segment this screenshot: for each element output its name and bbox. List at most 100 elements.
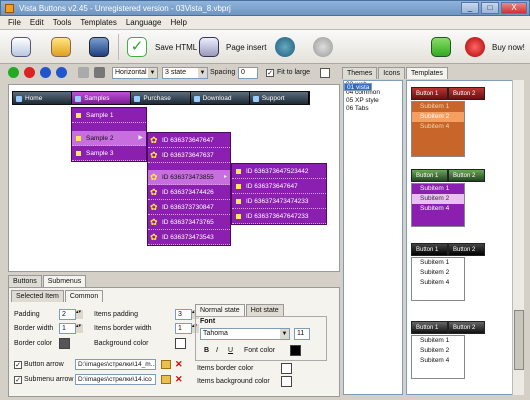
close-button[interactable]: X <box>501 2 527 14</box>
delete-icon[interactable] <box>24 67 35 78</box>
bold-button[interactable]: B <box>204 347 209 354</box>
list-item[interactable]: Subitem 2 <box>412 268 464 278</box>
preview-item-purchase[interactable]: Purchase <box>131 92 191 104</box>
items-background-color-swatch[interactable] <box>281 376 292 387</box>
menu-help[interactable]: Help <box>170 18 186 29</box>
template-button-1[interactable]: Button 1 <box>411 87 448 100</box>
template-button-1[interactable]: Button 1 <box>411 243 448 256</box>
submenu-arrow-checkbox[interactable]: ✓ <box>14 376 22 384</box>
list-item[interactable]: Subitem 2 <box>412 346 464 356</box>
submenu-item[interactable]: ID 636373647523442 <box>232 164 326 179</box>
button-arrow-checkbox[interactable]: ✓ <box>14 361 22 369</box>
tab-common[interactable]: Common <box>64 290 104 302</box>
submenu-item[interactable]: Sample 1 <box>72 108 146 123</box>
list-item[interactable]: Subitem 4 <box>412 356 464 366</box>
italic-button[interactable]: I <box>216 347 218 354</box>
template-preview-bar[interactable]: Button 1 Button 2 <box>411 243 485 256</box>
tab-themes[interactable]: Themes <box>342 67 378 79</box>
scrollbar-thumb[interactable] <box>514 310 524 370</box>
submenu-item[interactable]: ✿ ID 636373647637 <box>148 148 230 163</box>
spacing-input[interactable]: 0 <box>238 67 258 79</box>
menu-language[interactable]: Language <box>126 18 162 29</box>
padding-input[interactable]: 2 <box>59 309 83 320</box>
folder-icon[interactable] <box>161 375 171 384</box>
delete-icon[interactable]: ✕ <box>175 375 183 384</box>
list-item[interactable]: Subitem 1 <box>412 184 464 194</box>
list-item[interactable]: Subitem 1 <box>412 258 464 268</box>
submenu-arrow-path[interactable]: D:\images\стрелки\14.ico <box>75 374 156 385</box>
underline-button[interactable]: U <box>228 347 233 354</box>
preview-item-download[interactable]: Download <box>191 92 250 104</box>
tab-hot-state[interactable]: Hot state <box>245 304 284 316</box>
menu-file[interactable]: File <box>8 18 21 29</box>
template-preview-bar[interactable]: Button 1 Button 2 <box>411 321 485 334</box>
new-button[interactable] <box>8 33 34 60</box>
submenu-item[interactable]: Sample 3 <box>72 146 146 161</box>
preview-item-home[interactable]: Home <box>13 92 73 104</box>
background-color-swatch[interactable] <box>175 338 186 349</box>
button-arrow-path[interactable]: D:\images\стрелки\14_m... <box>75 359 156 370</box>
list-item[interactable]: Subitem 4 <box>412 204 464 214</box>
submenu-item[interactable]: ID 636373473474233 <box>232 194 326 209</box>
tab-icons[interactable]: Icons <box>378 67 406 79</box>
preview-scrollbar[interactable] <box>512 80 524 395</box>
submenu-item[interactable]: ID 636373647647 <box>232 179 326 194</box>
template-button-1[interactable]: Button 1 <box>411 321 448 334</box>
items-border-color-swatch[interactable] <box>281 363 292 374</box>
list-item[interactable]: Subitem 4 <box>412 278 464 288</box>
template-button-2[interactable]: Button 2 <box>448 321 485 334</box>
list-item[interactable]: Subitem 2 <box>412 112 464 122</box>
tab-normal-state[interactable]: Normal state <box>195 304 245 316</box>
option-checkbox[interactable] <box>320 68 330 78</box>
list-item[interactable]: Subitem 1 <box>412 102 464 112</box>
tab-submenus[interactable]: Submenus <box>42 275 87 287</box>
copy-icon[interactable] <box>78 67 89 78</box>
open-button[interactable] <box>48 33 74 60</box>
menu-templates[interactable]: Templates <box>80 18 116 29</box>
fit-to-large-checkbox[interactable]: ✓ <box>266 69 274 77</box>
list-item[interactable]: Subitem 1 <box>412 336 464 346</box>
list-item[interactable]: 01 vista <box>344 83 373 91</box>
tab-selected-item[interactable]: Selected Item <box>11 290 64 302</box>
list-item[interactable]: 05 XP style <box>344 97 402 105</box>
tab-templates[interactable]: Templates <box>406 67 448 79</box>
list-item[interactable]: Subitem 2 <box>412 194 464 204</box>
submenu-item[interactable]: ✿ ID 636373473855 ▸ <box>148 170 230 185</box>
maximize-button[interactable]: □ <box>481 2 499 14</box>
submenu-item[interactable]: ✿ ID 636373730847 <box>148 200 230 215</box>
submenu-item[interactable]: ✿ ID 636373474426 <box>148 185 230 200</box>
home-button[interactable] <box>428 33 454 60</box>
font-family-select[interactable]: Tahoma ▼ <box>200 328 290 340</box>
submenu-item[interactable]: ✿ ID 636373473765 <box>148 215 230 230</box>
template-preview-bar[interactable]: Button 1 Button 2 <box>411 169 485 182</box>
move-down-icon[interactable] <box>56 67 67 78</box>
list-item[interactable]: Subitem 4 <box>412 122 464 132</box>
tab-buttons[interactable]: Buttons <box>8 275 42 287</box>
add-icon[interactable] <box>8 67 19 78</box>
template-button-2[interactable]: Button 2 <box>448 169 485 182</box>
template-button-2[interactable]: Button 2 <box>448 243 485 256</box>
submenu-item[interactable]: ID 636373647647233 <box>232 209 326 224</box>
delete-icon[interactable]: ✕ <box>175 360 183 369</box>
state-select[interactable]: 3 state ▼ <box>162 67 208 79</box>
folder-icon[interactable] <box>161 360 171 369</box>
minimize-button[interactable]: _ <box>461 2 479 14</box>
list-item[interactable]: 06 Tabs <box>344 105 402 113</box>
border-width-input[interactable]: 1 <box>59 323 83 334</box>
items-padding-input[interactable]: 3 <box>175 309 199 320</box>
save-button[interactable] <box>86 33 112 60</box>
buy-now-button[interactable] <box>462 33 488 60</box>
redo-button[interactable] <box>310 33 336 60</box>
preview-item-support[interactable]: Support <box>250 92 310 104</box>
border-color-swatch[interactable] <box>59 338 70 349</box>
items-border-width-input[interactable]: 1 <box>175 323 199 334</box>
template-button-2[interactable]: Button 2 <box>448 87 485 100</box>
page-insert-button[interactable] <box>196 33 222 60</box>
submenu-item[interactable]: ✿ ID 636373647647 <box>148 133 230 148</box>
move-up-icon[interactable] <box>40 67 51 78</box>
submenu-item[interactable]: ✿ ID 636373473543 <box>148 230 230 245</box>
undo-button[interactable] <box>272 33 298 60</box>
menu-edit[interactable]: Edit <box>30 18 44 29</box>
save-html-button[interactable]: ✓ <box>124 33 150 60</box>
preview-item-samples[interactable]: Samples <box>72 92 132 104</box>
